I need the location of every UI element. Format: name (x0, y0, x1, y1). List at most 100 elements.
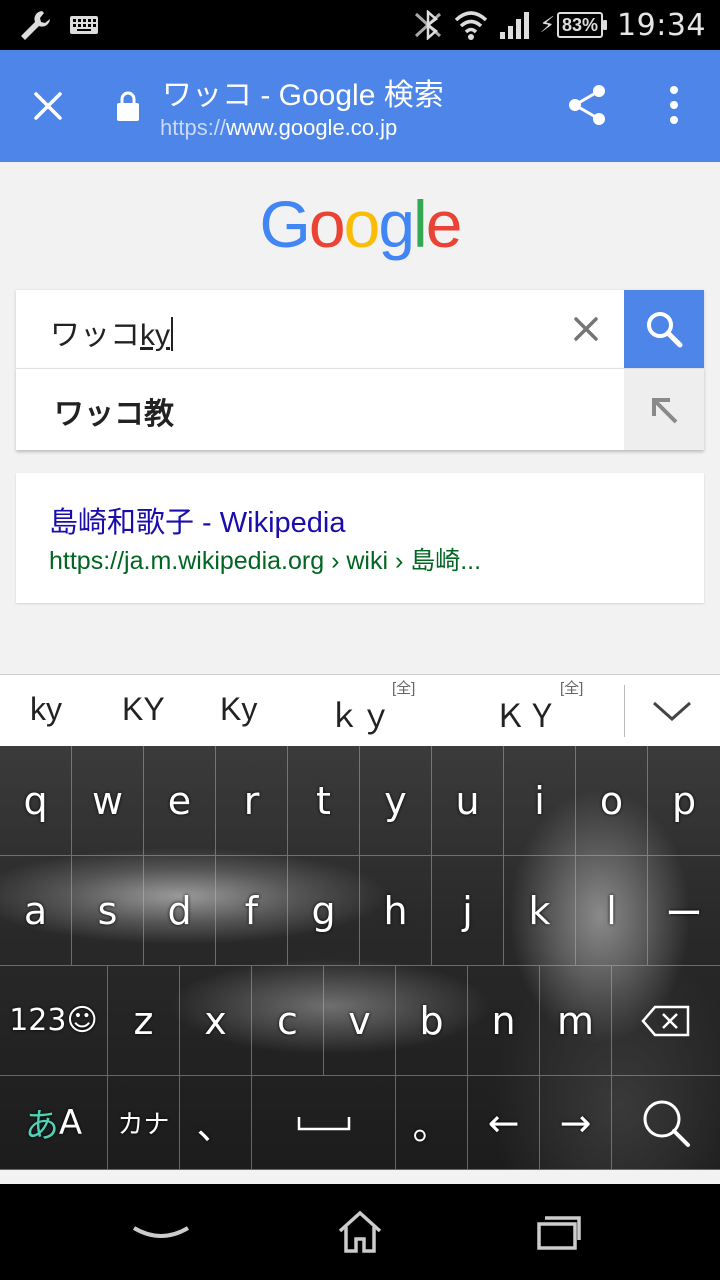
key-s[interactable]: s (72, 856, 144, 966)
candidate[interactable]: ＫＹ [全] (494, 680, 583, 737)
custom-tab-toolbar: ワッコ - Google 検索 https://www.google.co.jp (0, 50, 720, 162)
key-y[interactable]: y (360, 746, 432, 856)
suggestion-text: ワッコ教 (54, 398, 174, 431)
katakana-key[interactable]: カナ (108, 1076, 180, 1170)
key-l[interactable]: l (576, 856, 648, 966)
key-long-vowel[interactable]: ー (648, 856, 720, 966)
page-title: ワッコ - Google 検索 (162, 79, 444, 112)
screen: ⚡ 83% 19:34 ワッコ - Google 検索 https://www.… (0, 0, 720, 1280)
key-c[interactable]: c (252, 966, 324, 1076)
close-icon (34, 92, 62, 120)
space-icon (297, 1116, 350, 1130)
logo-letter: o (343, 187, 381, 261)
home-icon (338, 1210, 382, 1253)
backspace-icon (641, 1005, 690, 1036)
composing-text: ky (140, 319, 170, 352)
backspace-key[interactable] (612, 966, 720, 1076)
key-h[interactable]: h (360, 856, 432, 966)
fullwidth-tag: [全] (392, 680, 416, 697)
search-suggestion[interactable]: ワッコ教 (16, 368, 704, 450)
key-i[interactable]: i (504, 746, 576, 856)
fullwidth-tag: [全] (560, 680, 584, 697)
search-icon (643, 1100, 690, 1147)
mode-kana: あ (24, 1106, 59, 1146)
home-button[interactable] (325, 1202, 395, 1262)
input-mode-key[interactable]: あA (0, 1076, 108, 1170)
key-u[interactable]: u (432, 746, 504, 856)
candidate[interactable]: Ky (220, 691, 257, 728)
cursor-left-key[interactable]: ← (468, 1076, 540, 1170)
key-a[interactable]: a (0, 856, 72, 966)
clock: 19:34 (617, 7, 706, 43)
overflow-menu-icon[interactable] (656, 80, 692, 130)
candidate-divider (624, 685, 625, 737)
cursor-right-key[interactable]: → (540, 1076, 612, 1170)
key-v[interactable]: v (324, 966, 396, 1076)
logo-letter: e (425, 187, 463, 261)
candidate[interactable]: ky (30, 691, 62, 728)
chevron-down-icon (132, 1226, 190, 1238)
key-q[interactable]: q (0, 746, 72, 856)
search-box: ワッコky (16, 290, 704, 368)
share-icon[interactable] (565, 82, 611, 128)
recent-apps-button[interactable] (524, 1202, 594, 1262)
key-x[interactable]: x (180, 966, 252, 1076)
wrench-icon (21, 11, 50, 40)
key-r[interactable]: r (216, 746, 288, 856)
key-symbols[interactable]: 123☺ (0, 966, 108, 1076)
arrow-up-left-icon (652, 397, 678, 423)
chevron-down-icon[interactable] (648, 691, 696, 731)
candidate-label: KY (122, 691, 165, 727)
key-k[interactable]: k (504, 856, 576, 966)
search-input[interactable]: ワッコky (50, 310, 173, 354)
search-icon (647, 312, 683, 348)
search-button[interactable] (624, 290, 704, 368)
period-key[interactable]: 。 (396, 1076, 468, 1170)
charging-icon: ⚡ (539, 12, 555, 37)
wifi-icon (454, 11, 487, 40)
key-m[interactable]: m (540, 966, 612, 1076)
key-n[interactable]: n (468, 966, 540, 1076)
status-bar: ⚡ 83% 19:34 (0, 0, 720, 50)
logo-letter: G (259, 187, 311, 261)
key-z[interactable]: z (108, 966, 180, 1076)
status-right: ⚡ 83% 19:34 (412, 0, 706, 50)
key-g[interactable]: g (288, 856, 360, 966)
fill-query-button[interactable] (624, 369, 704, 450)
key-f[interactable]: f (216, 856, 288, 966)
key-b[interactable]: b (396, 966, 468, 1076)
hide-keyboard-button[interactable] (126, 1202, 196, 1262)
candidate[interactable]: KY (122, 691, 165, 728)
result-title-link[interactable]: 島崎和歌子 - Wikipedia (49, 499, 346, 541)
search-result-card[interactable]: 島崎和歌子 - Wikipedia https://ja.m.wikipedia… (16, 473, 704, 603)
comma-key[interactable]: 、 (180, 1076, 252, 1170)
key-o[interactable]: o (576, 746, 648, 856)
committed-text: ワッコ (50, 319, 140, 352)
space-key[interactable] (252, 1076, 396, 1170)
key-j[interactable]: j (432, 856, 504, 966)
clear-icon (574, 317, 598, 341)
key-d[interactable]: d (144, 856, 216, 966)
close-tab-button[interactable] (22, 80, 74, 132)
key-e[interactable]: e (144, 746, 216, 856)
key-p[interactable]: p (648, 746, 720, 856)
lock-icon (117, 91, 139, 121)
clear-search-button[interactable] (564, 307, 608, 351)
candidate[interactable]: ｋｙ [全] (328, 680, 415, 737)
key-w[interactable]: w (72, 746, 144, 856)
signal-icon (499, 12, 529, 39)
candidate-label: Ky (220, 691, 258, 727)
keyboard-icon (70, 16, 98, 34)
key-t[interactable]: t (288, 746, 360, 856)
system-nav-bar (0, 1184, 720, 1280)
recents-icon (537, 1216, 581, 1250)
software-keyboard: q w e r t y u i o p a s d f g h j k l ー … (0, 746, 720, 1170)
google-logo: Google (0, 186, 720, 262)
logo-letter: o (308, 187, 346, 261)
battery-indicator: ⚡ 83% (539, 12, 608, 38)
page-url[interactable]: https://www.google.co.jp (160, 115, 397, 141)
text-caret (171, 317, 173, 351)
logo-letter: g (378, 187, 415, 261)
candidate-label: ＫＹ (494, 698, 559, 734)
keyboard-search-key[interactable] (612, 1076, 720, 1170)
